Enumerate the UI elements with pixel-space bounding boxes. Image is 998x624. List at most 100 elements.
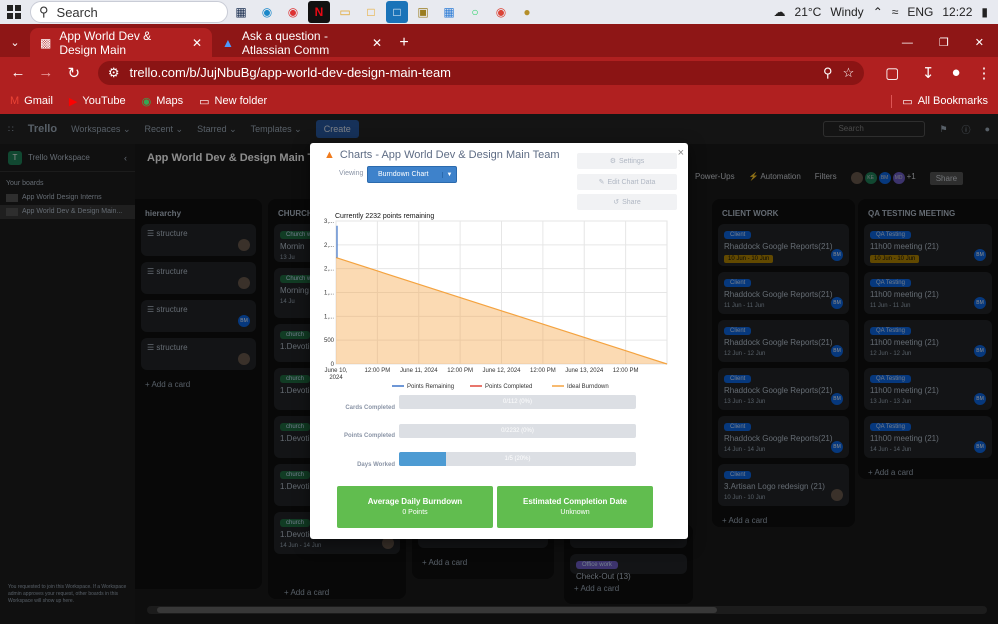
settings-button[interactable]: ⚙ Settings <box>577 153 677 169</box>
app-icon[interactable]: ● <box>516 1 538 23</box>
download-icon[interactable]: ↧ <box>914 64 942 82</box>
whatsapp-icon[interactable]: ○ <box>464 1 486 23</box>
y-tick-label: 2,... <box>324 243 334 249</box>
chart-type-dropdown[interactable]: Burndown Chart ▼ <box>367 166 457 183</box>
taskbar-search-label: Search <box>56 4 98 20</box>
system-tray: ☁ 21°C Windy ⌃ ≈ ENG 12:22 ▮ <box>774 5 998 19</box>
folder-icon: ▭ <box>902 95 913 108</box>
maps-icon: ◉ <box>141 95 152 108</box>
viewing-label: Viewing <box>339 170 364 177</box>
taskbar-search[interactable]: ⚲ Search <box>30 1 228 23</box>
weather-icon: ☁ <box>773 5 786 19</box>
weather-desc: Windy <box>830 5 864 19</box>
cards-completed-bar: 0/112 (0%) <box>399 395 636 409</box>
modal-title: ▲ Charts - App World Dev & Design Main T… <box>324 149 560 161</box>
windows-taskbar: ⚲ Search ▦ ◉ ◉ N ▭ □ □ ▣ ▦ ○ ◉ ● ☁ 21°C … <box>0 0 998 24</box>
average-daily-burndown[interactable]: Average Daily Burndown 0 Points <box>337 486 493 528</box>
file-explorer-icon[interactable]: ▭ <box>334 1 356 23</box>
zoom-icon[interactable]: ⚲ <box>823 65 833 81</box>
x-tick-label: 12:00 PM <box>365 368 391 374</box>
stat-value: 0/112 (0%) <box>503 399 532 405</box>
reload-icon[interactable]: ↻ <box>60 64 88 82</box>
browser-toolbar: ← → ↻ ⚙ trello.com/b/JujNbuBg/app-world-… <box>0 57 998 88</box>
stat-value: 1/5 (20%) <box>504 456 531 462</box>
bookmark-label: All Bookmarks <box>917 95 988 107</box>
caret-down-icon: ▼ <box>442 171 456 178</box>
clock[interactable]: 12:22 <box>942 5 972 19</box>
bookmark-label: Maps <box>156 95 184 107</box>
stat-value: 0/2232 (0%) <box>501 428 534 434</box>
burndown-chart: Currently 2232 points remaining 05001,..… <box>324 213 668 390</box>
site-info-icon[interactable]: ⚙ <box>108 65 120 81</box>
chevron-up-icon[interactable]: ⌃ <box>873 5 883 19</box>
minimize-icon[interactable]: — <box>902 37 913 49</box>
edge-icon[interactable]: ◉ <box>256 1 278 23</box>
x-tick-label: June 10, <box>324 368 347 374</box>
back-icon[interactable]: ← <box>4 64 32 81</box>
window-controls: — ❐ ✕ <box>902 28 998 57</box>
star-icon[interactable]: ☆ <box>843 65 855 81</box>
wifi-icon[interactable]: ≈ <box>892 5 899 19</box>
x-tick-label: June 11, 2024 <box>400 368 438 374</box>
bookmark-new-folder[interactable]: ▭ New folder <box>199 95 267 108</box>
bookmark-maps[interactable]: ◉ Maps <box>142 95 184 108</box>
app-icon[interactable]: ▣ <box>412 1 434 23</box>
charts-modal: ▲ Charts - App World Dev & Design Main T… <box>310 143 688 539</box>
days-worked-bar: 1/5 (20%) <box>399 452 636 466</box>
bookmark-youtube[interactable]: ▶ YouTube <box>69 95 126 108</box>
close-tab-icon[interactable]: ✕ <box>192 36 202 50</box>
tab-title: Ask a question - Atlassian Comm <box>241 28 330 57</box>
search-icon: ⚲ <box>39 4 49 19</box>
bookmark-gmail[interactable]: M Gmail <box>10 95 53 107</box>
store-icon[interactable]: ▦ <box>438 1 460 23</box>
tab-search-icon[interactable]: ⌄ <box>0 28 30 57</box>
gear-icon: ⚙ <box>609 158 616 165</box>
notification-icon[interactable]: ▮ <box>981 5 988 19</box>
browser-tab-strip: ⌄ ▩ App World Dev & Design Main ✕ ▲ Ask … <box>0 24 998 57</box>
atlassian-icon: ▲ <box>222 35 234 50</box>
trello-icon: ▩ <box>40 35 52 50</box>
close-window-icon[interactable]: ✕ <box>975 36 984 49</box>
tab-trello[interactable]: ▩ App World Dev & Design Main ✕ <box>30 28 212 57</box>
profile-avatar[interactable]: ● <box>942 64 970 81</box>
legend-label: Points Completed <box>485 384 532 390</box>
close-tab-icon[interactable]: ✕ <box>372 36 382 50</box>
address-bar[interactable]: ⚙ trello.com/b/JujNbuBg/app-world-dev-de… <box>97 60 865 85</box>
flame-icon: ▲ <box>324 149 335 161</box>
estimated-completion-date[interactable]: Estimated Completion Date Unknown <box>497 486 653 528</box>
bookmark-label: Gmail <box>24 95 53 107</box>
pencil-icon: ✎ <box>598 179 605 186</box>
tab-atlassian[interactable]: ▲ Ask a question - Atlassian Comm ✕ <box>212 28 392 57</box>
forward-icon[interactable]: → <box>32 64 60 81</box>
tab-title: App World Dev & Design Main <box>59 28 152 57</box>
x-tick-label-year: 2024 <box>329 375 343 381</box>
app-icon[interactable]: ◉ <box>282 1 304 23</box>
legend-label: Points Remaining <box>407 384 454 390</box>
chrome-icon[interactable]: ◉ <box>490 1 512 23</box>
task-view-icon[interactable]: ▦ <box>230 1 252 23</box>
x-tick-label: June 13, 2024 <box>565 368 604 374</box>
close-icon[interactable]: × <box>678 147 684 159</box>
y-tick-label: 3,... <box>324 219 334 225</box>
netflix-icon[interactable]: N <box>308 1 330 23</box>
all-bookmarks[interactable]: ▭ All Bookmarks <box>891 94 998 108</box>
extensions-icon[interactable]: ▢ <box>878 64 906 82</box>
x-tick-label: 12:00 PM <box>447 368 473 374</box>
url-text: trello.com/b/JujNbuBg/app-world-dev-desi… <box>129 65 451 80</box>
app-icon[interactable]: □ <box>386 1 408 23</box>
windows-start-icon[interactable] <box>0 0 28 24</box>
menu-icon[interactable]: ⋮ <box>970 64 998 82</box>
stat-label: Points Completed <box>343 433 395 439</box>
legend-label: Ideal Burndown <box>567 384 609 390</box>
app-icon[interactable]: □ <box>360 1 382 23</box>
restore-icon[interactable]: ❐ <box>939 36 949 49</box>
bookmark-label: New folder <box>214 95 268 107</box>
y-tick-label: 500 <box>324 338 335 344</box>
edit-chart-data-button[interactable]: ✎ Edit Chart Data <box>577 174 677 190</box>
bookmarks-bar: M Gmail ▶ YouTube ◉ Maps ▭ New folder ▭ All B… <box>0 88 998 114</box>
bookmark-label: YouTube <box>82 95 126 107</box>
lang-indicator[interactable]: ENG <box>907 5 933 19</box>
new-tab-icon[interactable]: + <box>392 28 416 57</box>
stat-label: Cards Completed <box>345 405 395 411</box>
x-tick-label: 12:00 PM <box>613 368 639 374</box>
